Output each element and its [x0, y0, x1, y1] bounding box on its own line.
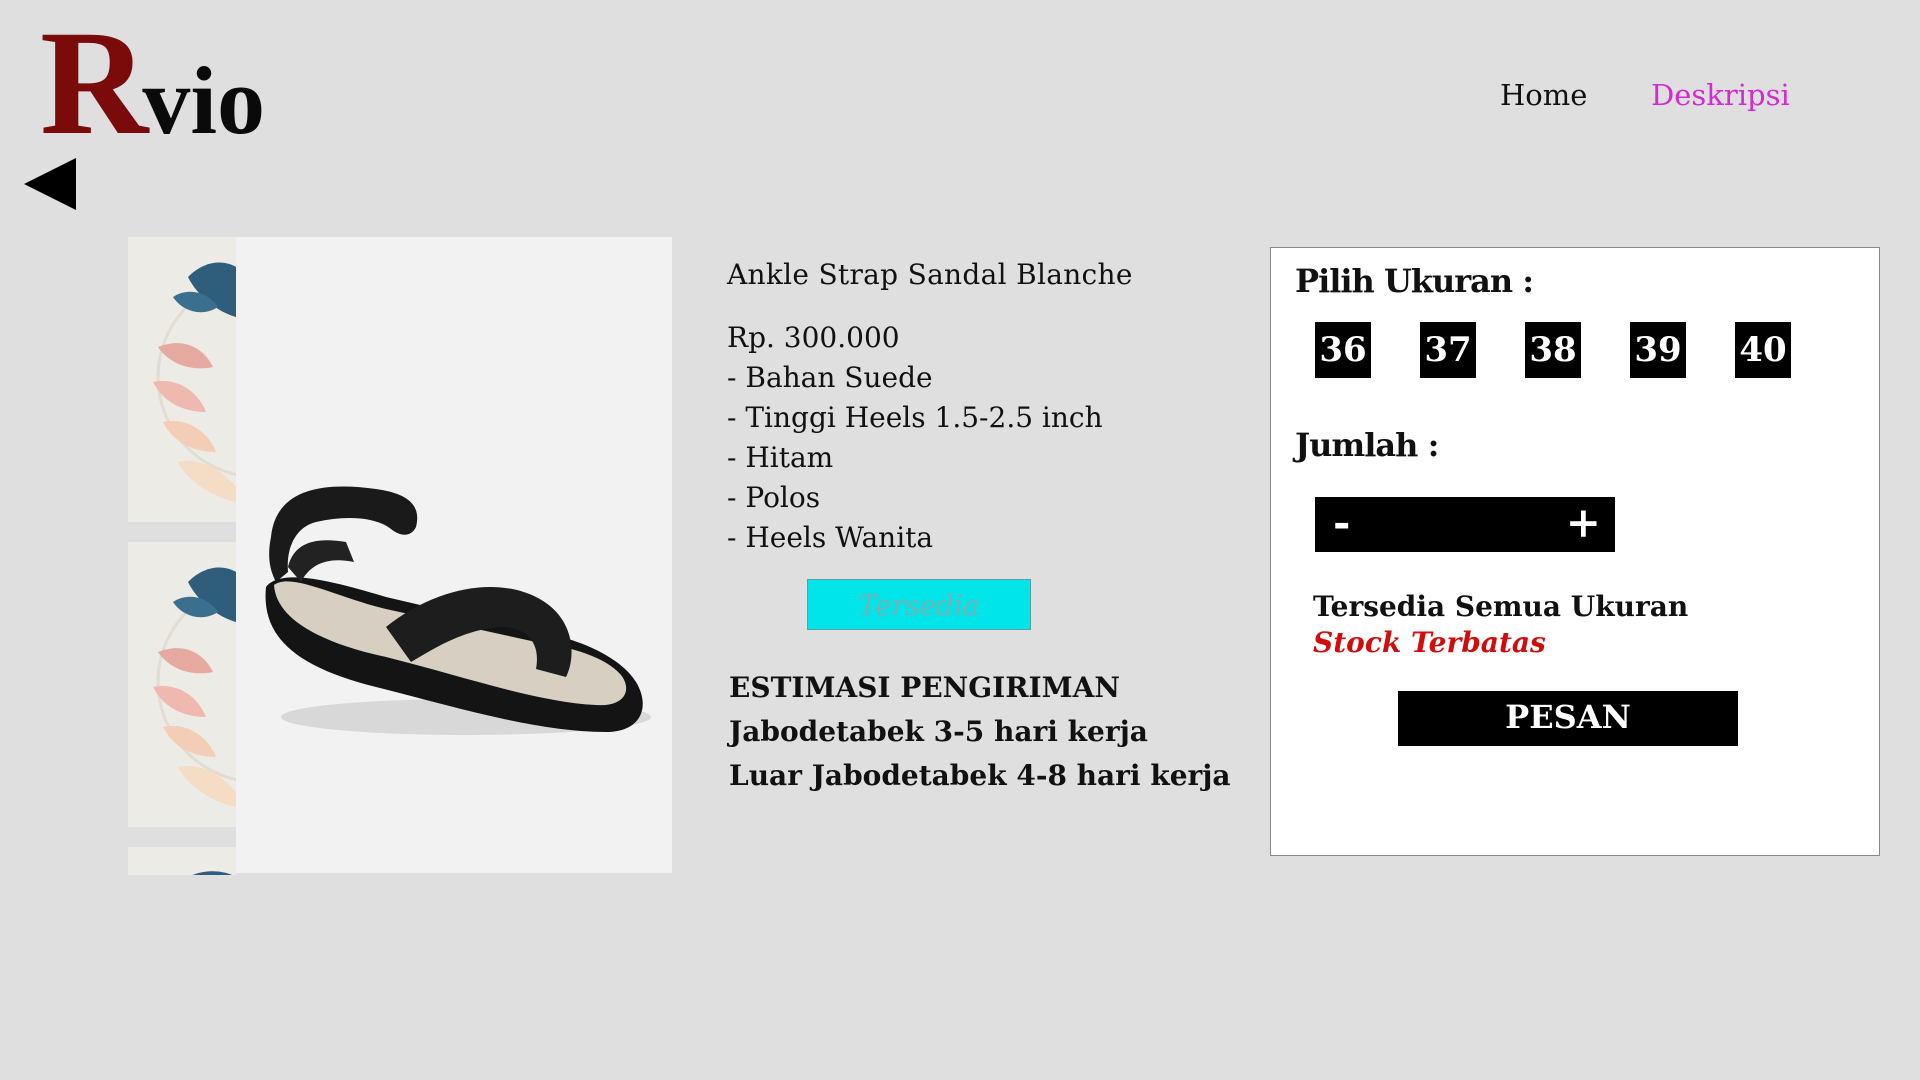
nav-deskripsi[interactable]: Deskripsi	[1651, 78, 1790, 112]
product-thumbnail[interactable]	[128, 542, 236, 827]
brand-logo[interactable]: Rvio	[40, 8, 265, 158]
increment-button[interactable]: +	[1566, 497, 1601, 552]
stock-all-sizes: Tersedia Semua Ukuran	[1313, 590, 1689, 623]
back-arrow-icon[interactable]	[24, 158, 76, 210]
order-panel: Pilih Ukuran : 36 37 38 39 40 Jumlah : -…	[1270, 247, 1880, 856]
quantity-stepper: - +	[1315, 497, 1615, 554]
size-option-36[interactable]: 36	[1315, 322, 1371, 378]
decrement-button[interactable]: -	[1333, 497, 1350, 552]
spec-item: - Polos	[727, 481, 821, 514]
nav-home[interactable]: Home	[1500, 78, 1587, 112]
product-thumbnail[interactable]	[128, 237, 236, 522]
quantity-input[interactable]	[1375, 497, 1555, 554]
sandal-image	[265, 486, 651, 735]
shipping-line: Luar Jabodetabek 4-8 hari kerja	[729, 759, 1231, 792]
spec-item: - Bahan Suede	[727, 361, 933, 394]
logo-initial: R	[40, 0, 149, 166]
spec-item: - Hitam	[727, 441, 834, 474]
product-thumbnail[interactable]	[128, 847, 236, 875]
availability-button[interactable]: Tersedia	[807, 579, 1031, 630]
shipping-line: Jabodetabek 3-5 hari kerja	[729, 715, 1148, 748]
size-option-39[interactable]: 39	[1630, 322, 1686, 378]
product-specs: Rp. 300.000 - Bahan Suede - Tinggi Heels…	[727, 318, 1103, 558]
size-option-38[interactable]: 38	[1525, 322, 1581, 378]
stock-limited-warning: Stock Terbatas	[1313, 626, 1546, 659]
logo-text: vio	[142, 47, 265, 154]
product-gallery	[128, 237, 674, 875]
product-main-image[interactable]	[236, 237, 672, 873]
product-name: Ankle Strap Sandal Blanche	[727, 258, 1133, 291]
spec-item: - Heels Wanita	[727, 521, 934, 554]
size-option-37[interactable]: 37	[1420, 322, 1476, 378]
spec-item: - Tinggi Heels 1.5-2.5 inch	[727, 401, 1103, 434]
quantity-label: Jumlah :	[1295, 426, 1439, 464]
order-button[interactable]: PESAN	[1398, 691, 1738, 746]
product-price: Rp. 300.000	[727, 321, 900, 354]
shipping-title: ESTIMASI PENGIRIMAN	[729, 671, 1120, 704]
size-label: Pilih Ukuran :	[1295, 262, 1534, 300]
size-option-40[interactable]: 40	[1735, 322, 1791, 378]
shipping-estimate: ESTIMASI PENGIRIMAN Jabodetabek 3-5 hari…	[729, 666, 1231, 798]
